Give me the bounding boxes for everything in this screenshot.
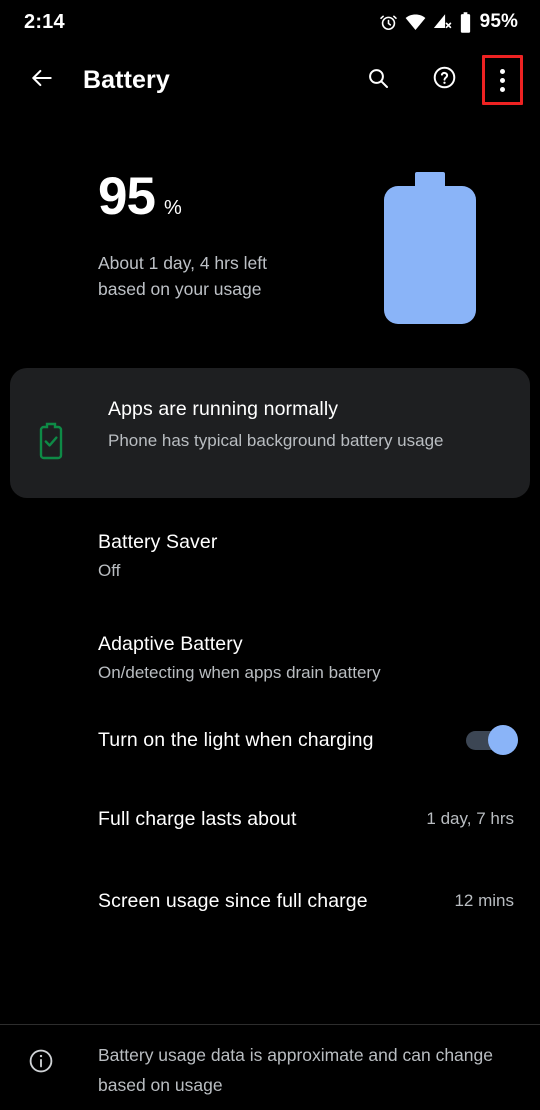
pref-light-when-charging-text: Turn on the light when charging [98, 726, 466, 754]
overflow-menu-button[interactable] [480, 55, 524, 105]
app-bar: Battery [0, 52, 540, 108]
pref-screen-usage-value: 12 mins [454, 891, 514, 910]
battery-status-title: Apps are running normally [108, 398, 339, 420]
divider-above-footer [0, 1024, 540, 1025]
status-bar-icons: 95% [379, 11, 518, 33]
pref-battery-saver-subtitle: Off [98, 561, 121, 580]
pref-full-charge-lasts-text: Full charge lasts about [98, 805, 426, 833]
light-when-charging-toggle[interactable] [466, 725, 518, 755]
pref-adaptive-battery-text: Adaptive Battery On/detecting when apps … [98, 630, 514, 685]
battery-icon [459, 11, 472, 33]
pref-screen-usage-text: Screen usage since full charge [98, 887, 454, 915]
back-arrow-icon [29, 65, 55, 96]
battery-check-icon [32, 394, 70, 460]
battery-status-card[interactable]: Apps are running normally Phone has typi… [10, 368, 530, 498]
status-bar: 2:14 95% [0, 0, 540, 44]
pref-light-when-charging-title: Turn on the light when charging [98, 729, 374, 751]
battery-status-description: Phone has typical background battery usa… [108, 431, 444, 450]
battery-estimate-line2: based on your usage [98, 279, 262, 299]
toggle-thumb [488, 725, 518, 755]
status-bar-battery-percent: 95% [479, 11, 518, 32]
battery-preference-list: Battery Saver Off Adaptive Battery On/de… [0, 522, 540, 928]
pref-light-when-charging[interactable]: Turn on the light when charging [0, 713, 540, 767]
battery-footer-note: Battery usage data is approximate and ca… [0, 1040, 540, 1100]
overflow-menu-icon [499, 68, 505, 92]
pref-full-charge-lasts[interactable]: Full charge lasts about 1 day, 7 hrs [0, 792, 540, 846]
battery-estimate: About 1 day, 4 hrs left based on your us… [98, 250, 267, 302]
search-button[interactable] [356, 58, 400, 102]
wifi-icon [405, 13, 426, 31]
battery-footer-text: Battery usage data is approximate and ca… [98, 1045, 493, 1095]
pref-battery-saver-text: Battery Saver Off [98, 528, 514, 583]
alarm-icon [379, 13, 398, 32]
pref-full-charge-lasts-value: 1 day, 7 hrs [426, 809, 514, 828]
pref-full-charge-lasts-title: Full charge lasts about [98, 808, 297, 830]
help-button[interactable] [422, 58, 466, 102]
battery-summary-text: 95 % About 1 day, 4 hrs left based on yo… [98, 162, 267, 302]
search-icon [366, 66, 390, 95]
page-title: Battery [83, 65, 170, 94]
battery-full-icon [384, 172, 476, 329]
pref-battery-saver[interactable]: Battery Saver Off [0, 522, 540, 610]
battery-percent-sign: % [163, 197, 182, 219]
battery-summary: 95 % About 1 day, 4 hrs left based on yo… [0, 162, 540, 342]
pref-adaptive-battery-subtitle: On/detecting when apps drain battery [98, 663, 381, 682]
back-button[interactable] [20, 58, 64, 102]
pref-screen-usage-title: Screen usage since full charge [98, 890, 368, 912]
battery-estimate-line1: About 1 day, 4 hrs left [98, 253, 267, 273]
battery-percent-value: 95 [98, 167, 156, 226]
battery-settings-screen: 2:14 95% Battery 95 % About 1 day, 4 hrs… [0, 0, 540, 1110]
pref-adaptive-battery-title: Adaptive Battery [98, 633, 243, 655]
help-circle-icon [432, 65, 457, 95]
pref-screen-usage[interactable]: Screen usage since full charge 12 mins [0, 874, 540, 928]
battery-status-card-body: Apps are running normally Phone has typi… [108, 394, 506, 453]
pref-battery-saver-title: Battery Saver [98, 531, 218, 553]
cellular-no-signal-icon [433, 13, 452, 31]
info-circle-icon [22, 1040, 60, 1074]
battery-percent-row: 95 % [98, 170, 267, 223]
pref-adaptive-battery[interactable]: Adaptive Battery On/detecting when apps … [0, 630, 540, 685]
status-bar-clock: 2:14 [24, 10, 65, 33]
